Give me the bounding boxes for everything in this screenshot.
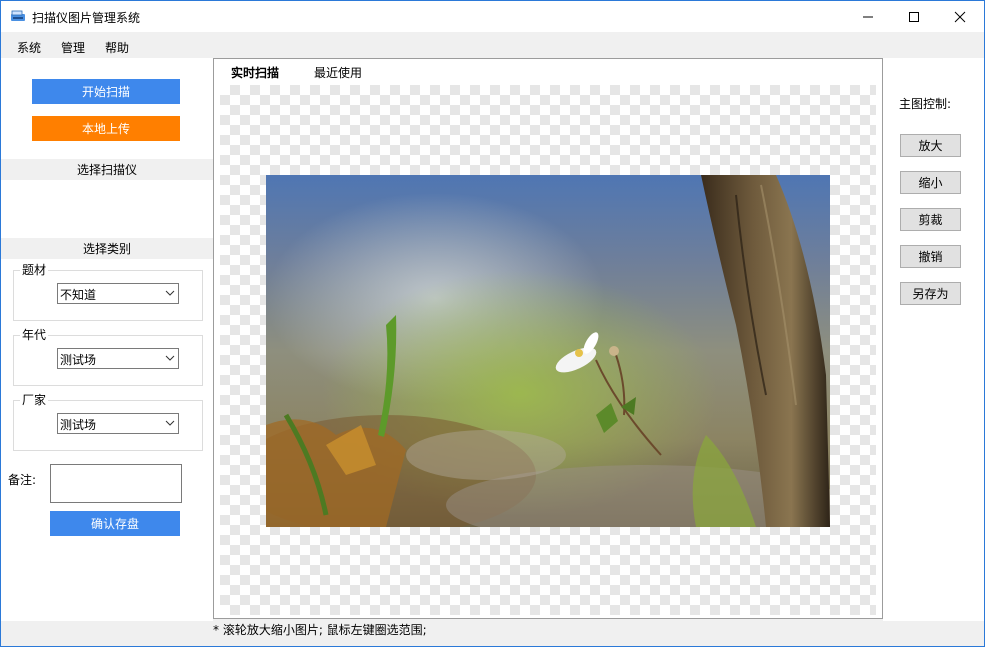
zoom-in-button[interactable]: 放大 <box>900 134 961 157</box>
save-as-button[interactable]: 另存为 <box>900 282 961 305</box>
subject-label: 题材 <box>20 261 49 278</box>
undo-button[interactable]: 撤销 <box>900 245 961 268</box>
chevron-down-icon <box>165 355 175 361</box>
notes-input[interactable] <box>50 464 182 503</box>
title-bar: 扫描仪图片管理系统 <box>1 1 984 32</box>
manufacturer-select[interactable]: 测试场 <box>57 413 179 434</box>
status-hint: * 滚轮放大缩小图片; 鼠标左键圈选范围; <box>213 623 427 637</box>
menu-help[interactable]: 帮助 <box>105 39 129 56</box>
close-button[interactable] <box>937 1 983 32</box>
main-image[interactable] <box>266 175 830 527</box>
start-scan-button[interactable]: 开始扫描 <box>32 79 180 104</box>
subject-select[interactable]: 不知道 <box>57 283 179 304</box>
maximize-icon <box>909 11 919 22</box>
crop-button[interactable]: 剪裁 <box>900 208 961 231</box>
tab-live-scan[interactable]: 实时扫描 <box>216 61 294 83</box>
chevron-down-icon <box>165 290 175 296</box>
image-canvas[interactable] <box>220 85 876 615</box>
menu-manage[interactable]: 管理 <box>61 39 85 56</box>
left-panel: 开始扫描 本地上传 选择扫描仪 选择类别 题材 不知道 年代 测试场 厂家 测试… <box>1 58 213 621</box>
notes-label: 备注: <box>8 473 37 487</box>
menu-system[interactable]: 系统 <box>17 39 41 56</box>
manufacturer-label: 厂家 <box>20 391 49 408</box>
scanner-app-icon <box>11 10 25 21</box>
window-title: 扫描仪图片管理系统 <box>32 11 141 25</box>
right-panel: 主图控制: 放大 缩小 剪裁 撤销 另存为 <box>883 58 984 621</box>
tab-recent[interactable]: 最近使用 <box>298 61 378 83</box>
image-viewer: 实时扫描 最近使用 <box>213 58 883 619</box>
era-value: 测试场 <box>60 353 97 367</box>
era-select[interactable]: 测试场 <box>57 348 179 369</box>
maximize-button[interactable] <box>891 1 937 32</box>
scanner-list[interactable] <box>1 180 213 236</box>
minimize-icon <box>863 16 873 17</box>
chevron-down-icon <box>165 420 175 426</box>
app-window: 扫描仪图片管理系统 系统 管理 帮助 开始扫描 本地上传 选择扫描仪 选择类别 … <box>0 0 985 647</box>
select-category-header: 选择类别 <box>1 238 213 259</box>
select-scanner-header: 选择扫描仪 <box>1 159 213 180</box>
menu-bar: 系统 管理 帮助 <box>1 32 984 58</box>
minimize-button[interactable] <box>845 1 891 32</box>
close-icon <box>954 11 966 22</box>
era-label: 年代 <box>20 326 49 343</box>
subject-value: 不知道 <box>60 288 97 302</box>
main-image-control-title: 主图控制: <box>899 97 952 111</box>
local-upload-button[interactable]: 本地上传 <box>32 116 180 141</box>
zoom-out-button[interactable]: 缩小 <box>900 171 961 194</box>
confirm-save-button[interactable]: 确认存盘 <box>50 511 180 536</box>
manufacturer-value: 测试场 <box>60 418 97 432</box>
